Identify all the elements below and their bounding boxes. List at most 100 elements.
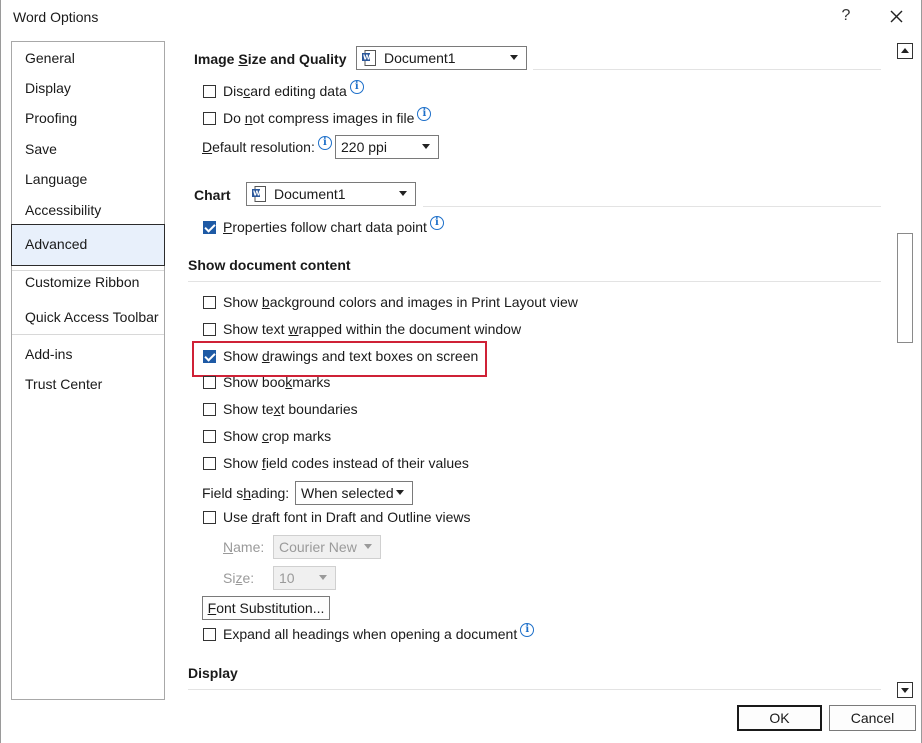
do-not-compress-checkbox[interactable] bbox=[203, 111, 216, 125]
show-bookmarks-option[interactable]: Show bookmarks bbox=[203, 372, 330, 392]
nav-item-quick-access-toolbar[interactable]: Quick Access Toolbar bbox=[12, 305, 164, 329]
discard-editing-data-checkbox[interactable] bbox=[203, 84, 216, 98]
word-document-icon: W bbox=[252, 186, 266, 202]
draft-font-name-label: Name: bbox=[223, 539, 265, 555]
show-text-wrapped-label: Show text wrapped within the document wi… bbox=[223, 321, 522, 337]
image-size-document-value: Document1 bbox=[384, 50, 456, 66]
section-divider bbox=[188, 689, 881, 690]
info-icon[interactable]: i bbox=[317, 136, 332, 150]
show-drawings-checkbox[interactable] bbox=[203, 349, 216, 363]
info-icon[interactable]: i bbox=[520, 623, 535, 637]
svg-text:W: W bbox=[253, 190, 261, 198]
nav-item-trust-center[interactable]: Trust Center bbox=[12, 372, 164, 396]
discard-editing-data-option[interactable]: Discard editing data i bbox=[203, 80, 364, 101]
default-resolution-label: Default resolution: bbox=[202, 139, 315, 155]
chevron-down-icon bbox=[364, 544, 372, 549]
cancel-button[interactable]: Cancel bbox=[829, 705, 916, 731]
default-resolution-value: 220 ppi bbox=[341, 139, 387, 155]
svg-text:W: W bbox=[363, 54, 371, 62]
field-shading-value: When selected bbox=[301, 485, 394, 501]
show-crop-marks-option[interactable]: Show crop marks bbox=[203, 426, 331, 446]
show-field-codes-option[interactable]: Show field codes instead of their values bbox=[203, 453, 469, 473]
info-icon[interactable]: i bbox=[429, 216, 444, 230]
word-document-icon: W bbox=[362, 50, 376, 66]
field-shading-label: Field s h ading: bbox=[202, 485, 290, 501]
field-shading-select[interactable]: When selected bbox=[295, 481, 413, 505]
show-bookmarks-checkbox[interactable] bbox=[203, 375, 216, 389]
show-crop-marks-label: Show crop marks bbox=[223, 428, 332, 444]
show-crop-marks-checkbox[interactable] bbox=[203, 429, 216, 443]
nav-divider bbox=[12, 334, 164, 335]
word-options-dialog: Word Options ? General Display Proofing … bbox=[0, 0, 922, 743]
discard-editing-data-label: Discard editing data bbox=[223, 83, 347, 99]
use-draft-font-checkbox[interactable] bbox=[203, 510, 216, 524]
nav-item-add-ins[interactable]: Add-ins bbox=[12, 342, 164, 366]
display-section-title: Display bbox=[188, 665, 238, 681]
show-text-wrapped-checkbox[interactable] bbox=[203, 322, 216, 336]
info-icon[interactable]: i bbox=[417, 107, 432, 121]
dialog-title: Word Options bbox=[13, 9, 99, 25]
options-content: Image Size and Quality W Document1 Disca… bbox=[171, 41, 895, 700]
show-background-colors-option[interactable]: Show background colors and images in Pri… bbox=[203, 292, 578, 312]
chart-document-select[interactable]: W Document1 bbox=[246, 182, 416, 206]
draft-font-name-value: Courier New bbox=[279, 539, 357, 555]
nav-item-advanced[interactable]: Advanced bbox=[11, 224, 165, 266]
expand-all-headings-checkbox[interactable] bbox=[203, 627, 216, 641]
ok-button[interactable]: OK bbox=[737, 705, 822, 731]
default-resolution-select[interactable]: 220 ppi bbox=[335, 135, 439, 159]
expand-all-headings-label: Expand all headings when opening a docum… bbox=[223, 626, 518, 642]
show-background-colors-label: Show background colors and images in Pri… bbox=[223, 294, 578, 310]
draft-font-size-label: Si z e: bbox=[223, 570, 255, 586]
properties-follow-chart-option[interactable]: Properties follow chart data point i bbox=[203, 216, 444, 237]
nav-item-save[interactable]: Save bbox=[12, 137, 164, 161]
draft-font-size-value: 10 bbox=[279, 570, 295, 586]
use-draft-font-option[interactable]: Use draft font in Draft and Outline view… bbox=[203, 507, 470, 527]
draft-font-name-select[interactable]: Courier New bbox=[273, 535, 381, 559]
show-field-codes-label: Show field codes instead of their values bbox=[223, 455, 469, 471]
chevron-down-icon bbox=[510, 55, 518, 60]
nav-item-customize-ribbon[interactable]: Customize Ribbon bbox=[12, 270, 164, 294]
show-text-boundaries-checkbox[interactable] bbox=[203, 402, 216, 416]
show-bookmarks-label: Show bookmarks bbox=[223, 374, 331, 390]
chevron-down-icon bbox=[319, 575, 327, 580]
nav-item-proofing[interactable]: Proofing bbox=[12, 106, 164, 130]
do-not-compress-option[interactable]: Do not compress images in file i bbox=[203, 107, 432, 128]
close-icon bbox=[890, 10, 903, 23]
show-drawings-option[interactable]: Show drawings and text boxes on screen bbox=[203, 346, 478, 366]
nav-item-accessibility[interactable]: Accessibility bbox=[12, 198, 164, 222]
show-text-boundaries-label: Show text boundaries bbox=[223, 401, 358, 417]
show-background-colors-checkbox[interactable] bbox=[203, 295, 216, 309]
nav-item-language[interactable]: Language bbox=[12, 167, 164, 191]
section-divider bbox=[188, 281, 881, 282]
content-scrollbar[interactable] bbox=[895, 41, 915, 700]
section-divider bbox=[533, 69, 881, 70]
do-not-compress-label: Do not compress images in file bbox=[223, 110, 415, 126]
properties-follow-chart-checkbox[interactable] bbox=[203, 220, 216, 234]
nav-item-display[interactable]: Display bbox=[12, 76, 164, 100]
info-icon[interactable]: i bbox=[349, 80, 364, 94]
chart-section-title: Chart bbox=[194, 187, 231, 203]
close-button[interactable] bbox=[883, 3, 911, 29]
show-text-wrapped-option[interactable]: Show text wrapped within the document wi… bbox=[203, 319, 521, 339]
default-resolution-row: Default resolution: i bbox=[202, 136, 332, 157]
chevron-down-icon bbox=[399, 191, 407, 196]
scroll-down-button[interactable] bbox=[897, 682, 913, 698]
font-substitution-button[interactable]: Font Substitution... bbox=[202, 596, 330, 620]
draft-font-size-select[interactable]: 10 bbox=[273, 566, 336, 590]
help-button[interactable]: ? bbox=[839, 7, 853, 25]
image-size-document-select[interactable]: W Document1 bbox=[356, 46, 527, 70]
scroll-up-button[interactable] bbox=[897, 43, 913, 59]
category-nav: General Display Proofing Save Language A… bbox=[11, 41, 165, 700]
chevron-down-icon bbox=[422, 144, 430, 149]
show-document-content-title: Show document content bbox=[188, 257, 351, 273]
show-drawings-label: Show drawings and text boxes on screen bbox=[223, 348, 479, 364]
expand-all-headings-option[interactable]: Expand all headings when opening a docum… bbox=[203, 623, 535, 644]
chart-document-value: Document1 bbox=[274, 186, 346, 202]
section-divider bbox=[423, 206, 881, 207]
show-text-boundaries-option[interactable]: Show text boundaries bbox=[203, 399, 358, 419]
show-field-codes-checkbox[interactable] bbox=[203, 456, 216, 470]
scroll-thumb[interactable] bbox=[897, 233, 913, 343]
properties-follow-chart-label: Properties follow chart data point bbox=[223, 219, 427, 235]
nav-item-general[interactable]: General bbox=[12, 46, 164, 70]
image-size-section-title: Image Size and Quality bbox=[194, 51, 347, 67]
